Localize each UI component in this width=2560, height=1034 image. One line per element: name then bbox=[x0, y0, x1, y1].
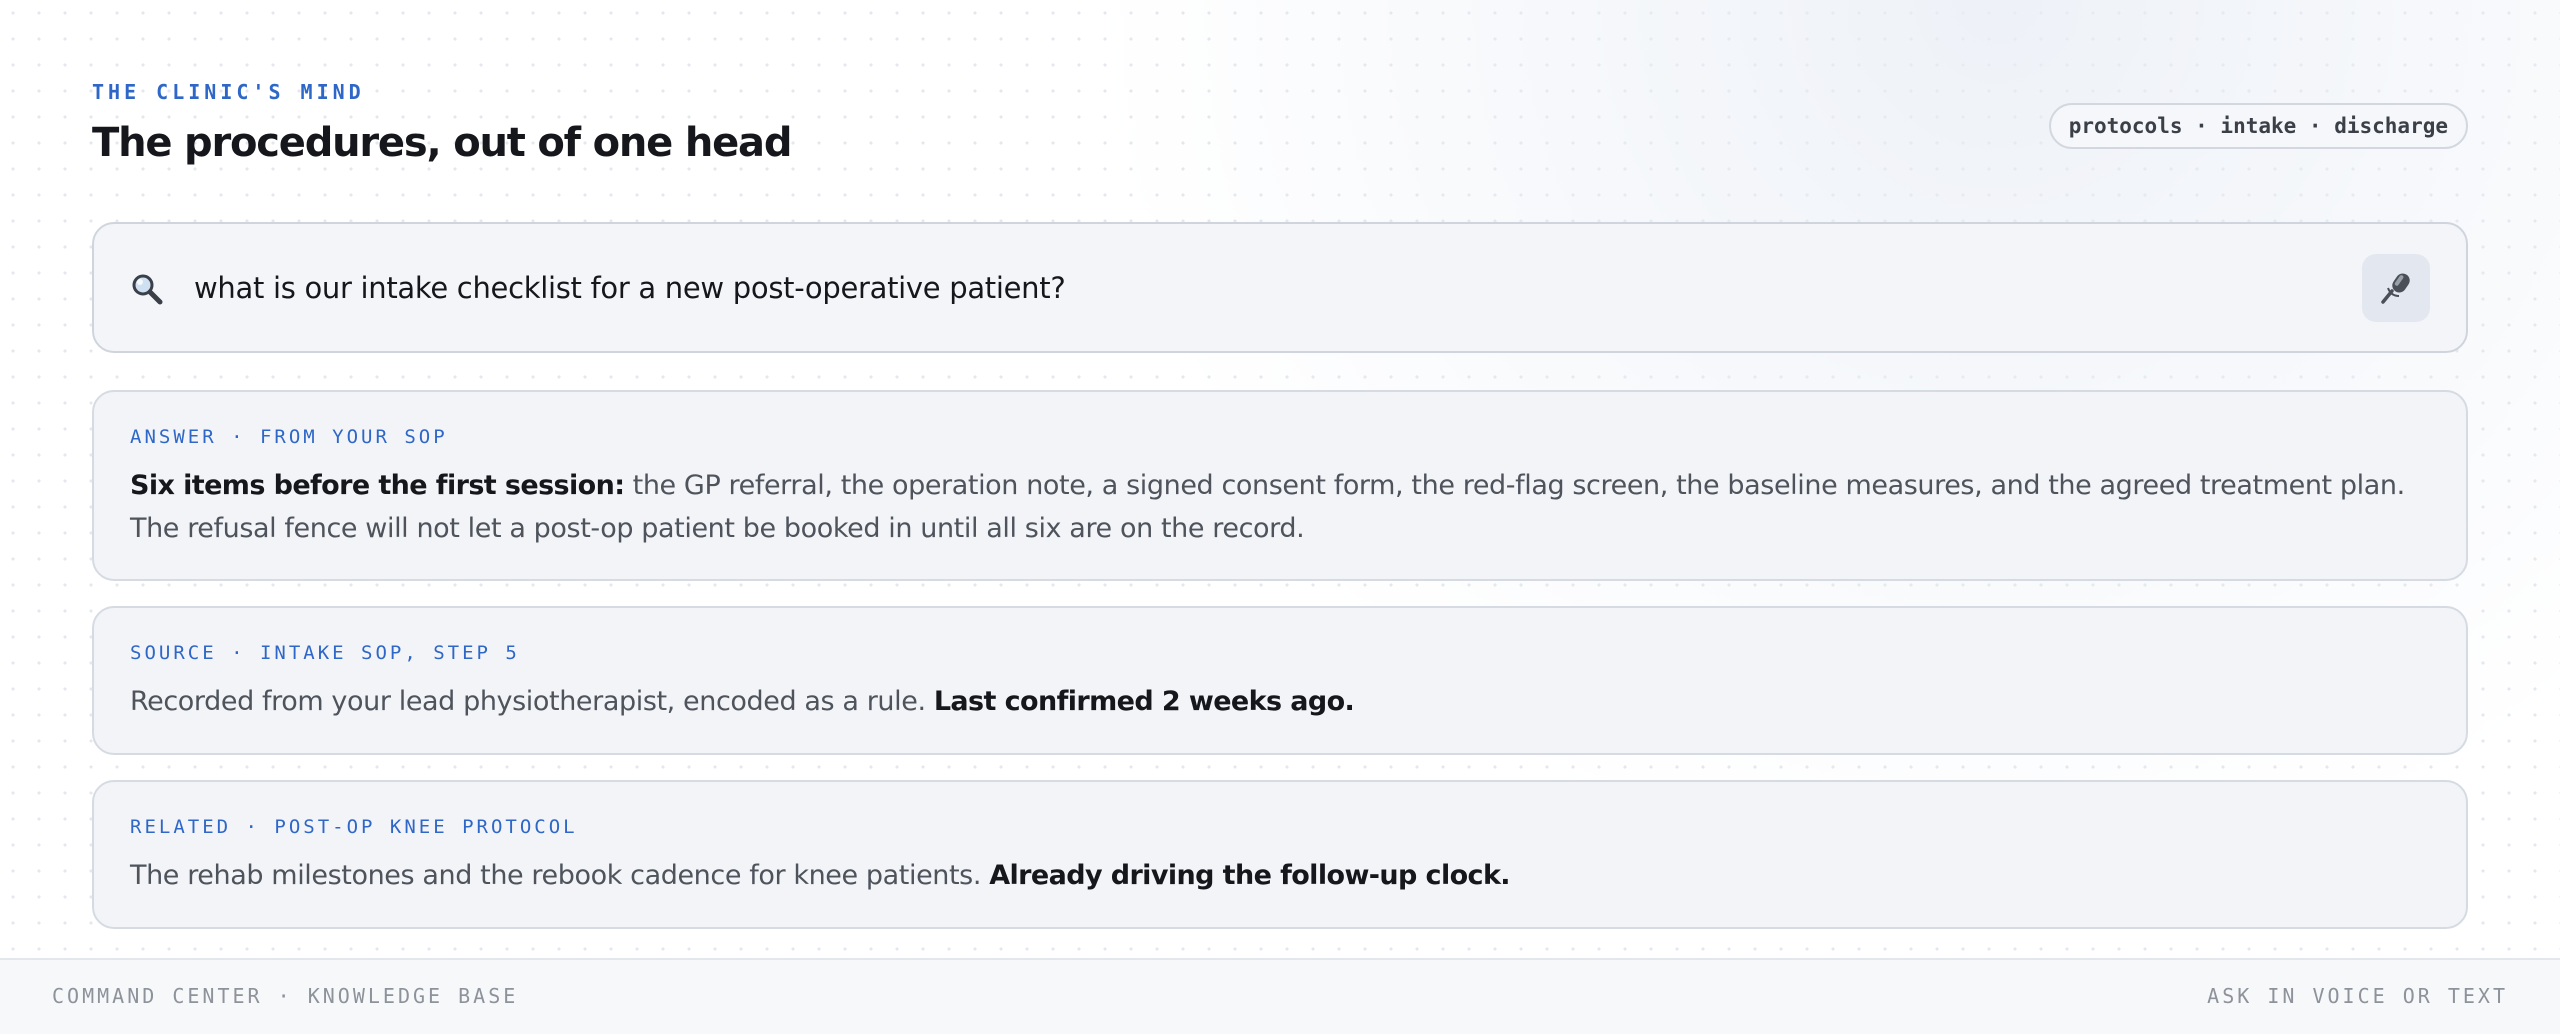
source-card-body: Recorded from your lead physiotherapist,… bbox=[130, 680, 2430, 723]
footer-hint: ASK IN VOICE OR TEXT bbox=[2207, 984, 2508, 1008]
answer-card: ANSWER · FROM YOUR SOP Six items before … bbox=[92, 390, 2468, 581]
search-input[interactable] bbox=[194, 256, 2334, 320]
related-text: The rehab milestones and the rebook cade… bbox=[130, 860, 990, 891]
source-text: Recorded from your lead physiotherapist,… bbox=[130, 686, 934, 717]
source-card-label: SOURCE · INTAKE SOP, STEP 5 bbox=[130, 642, 520, 664]
search-bar[interactable] bbox=[92, 222, 2468, 353]
topics-badge: protocols · intake · discharge bbox=[2048, 103, 2468, 149]
answer-card-body: Six items before the first session: the … bbox=[130, 464, 2430, 550]
voice-input-button[interactable] bbox=[2362, 254, 2430, 322]
answer-card-label: ANSWER · FROM YOUR SOP bbox=[130, 426, 448, 448]
source-card[interactable]: SOURCE · INTAKE SOP, STEP 5 Recorded fro… bbox=[92, 606, 2468, 755]
related-emphasis: Already driving the follow-up clock. bbox=[989, 860, 1510, 891]
page-header: THE CLINIC'S MIND The procedures, out of… bbox=[92, 80, 2468, 180]
related-card-body: The rehab milestones and the rebook cade… bbox=[130, 854, 2430, 897]
related-card[interactable]: RELATED · POST-OP KNEE PROTOCOL The reha… bbox=[92, 780, 2468, 929]
answer-lead: Six items before the first session: bbox=[130, 470, 625, 501]
related-card-label: RELATED · POST-OP KNEE PROTOCOL bbox=[130, 816, 578, 838]
footer-bar: COMMAND CENTER · KNOWLEDGE BASE ASK IN V… bbox=[0, 958, 2560, 1034]
search-icon bbox=[130, 272, 164, 306]
page-title: The procedures, out of one head bbox=[92, 120, 792, 166]
page-eyebrow: THE CLINIC'S MIND bbox=[92, 80, 365, 104]
footer-breadcrumb: COMMAND CENTER · KNOWLEDGE BASE bbox=[52, 984, 519, 1008]
source-emphasis: Last confirmed 2 weeks ago. bbox=[933, 686, 1355, 717]
